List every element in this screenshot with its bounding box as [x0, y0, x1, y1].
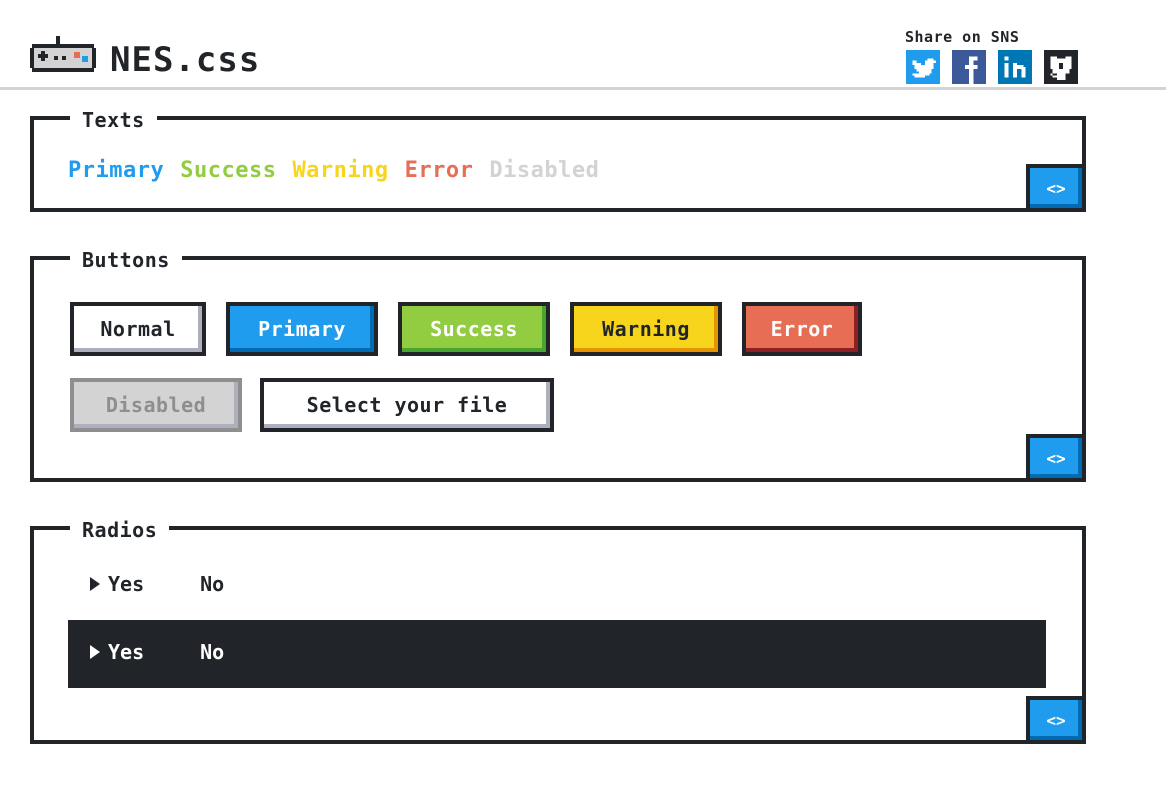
arrow-right-icon	[90, 577, 100, 591]
radio-no-label: No	[200, 572, 225, 596]
show-code-button[interactable]: <>	[1026, 434, 1082, 478]
radio-group: Yes No	[90, 572, 224, 596]
texts-row: Primary Success Warning Error Disabled	[68, 158, 599, 183]
show-code-button[interactable]: <>	[1026, 696, 1082, 740]
text-primary: Primary	[68, 158, 165, 183]
radio-yes-label: Yes	[108, 572, 145, 596]
github-icon[interactable]	[1044, 50, 1078, 84]
buttons-title: Buttons	[70, 248, 182, 272]
primary-button[interactable]: Primary	[226, 302, 378, 356]
arrow-right-icon	[90, 645, 100, 659]
dark-radio-no[interactable]: No	[200, 640, 224, 664]
radio-no[interactable]: No	[200, 572, 224, 596]
success-button[interactable]: Success	[398, 302, 550, 356]
dark-radio-yes[interactable]: Yes	[90, 640, 144, 664]
gamepad-icon[interactable]	[30, 36, 96, 76]
radios-container: Radios Yes No Yes No <>	[30, 518, 1086, 744]
facebook-icon[interactable]	[952, 50, 986, 84]
warning-button[interactable]: Warning	[570, 302, 722, 356]
dark-radio-group: Yes No	[90, 640, 224, 664]
show-code-button[interactable]: <>	[1026, 164, 1082, 208]
sns-links	[906, 50, 1078, 84]
disabled-button: Disabled	[70, 378, 242, 432]
linkedin-icon[interactable]	[998, 50, 1032, 84]
dark-radio-no-label: No	[200, 640, 225, 664]
page-header: NES.css Share on SNS	[0, 0, 1166, 90]
error-button[interactable]: Error	[742, 302, 862, 356]
text-disabled: Disabled	[489, 158, 600, 183]
dark-radio-panel: Yes No	[68, 620, 1046, 688]
radios-title: Radios	[70, 518, 170, 542]
share-label: Share on SNS	[905, 28, 1020, 46]
texts-title: Texts	[70, 108, 157, 132]
dark-radio-yes-label: Yes	[108, 640, 145, 664]
select-file-button[interactable]: Select your file	[260, 378, 554, 432]
text-warning: Warning	[292, 158, 389, 183]
brand-title[interactable]: NES.css	[110, 40, 260, 80]
text-success: Success	[180, 158, 277, 183]
buttons-container: Buttons Normal Primary Success Warning E…	[30, 248, 1086, 482]
radio-yes[interactable]: Yes	[90, 572, 144, 596]
twitter-icon[interactable]	[906, 50, 940, 84]
texts-container: Texts Primary Success Warning Error Disa…	[30, 108, 1086, 212]
text-error: Error	[404, 158, 474, 183]
normal-button[interactable]: Normal	[70, 302, 206, 356]
